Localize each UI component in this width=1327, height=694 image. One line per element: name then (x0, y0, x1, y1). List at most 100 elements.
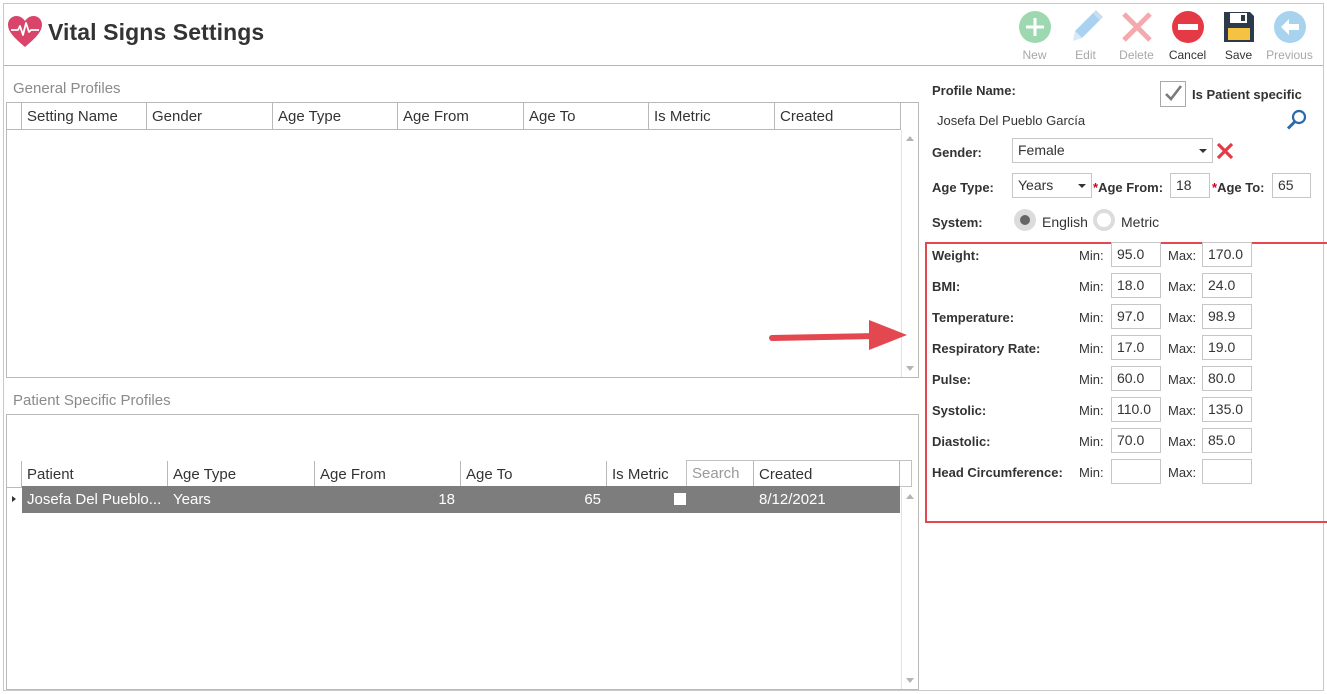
column-header-created[interactable]: Created (775, 103, 901, 130)
new-label: New (1022, 48, 1047, 62)
previous-button[interactable]: Previous (1264, 8, 1315, 64)
max-label: Max: (1168, 279, 1197, 294)
save-button[interactable]: Save (1213, 8, 1264, 64)
column-header-age-to[interactable]: Age To (461, 461, 607, 488)
column-header-age-from[interactable]: Age From (398, 103, 524, 130)
is-patient-specific-checkbox[interactable] (1160, 81, 1186, 107)
current-row-indicator-icon (12, 496, 16, 502)
weight-min-input[interactable]: 95.0 (1111, 242, 1161, 267)
temperature-max-input[interactable]: 98.9 (1202, 304, 1252, 329)
weight-max-input[interactable]: 170.0 (1202, 242, 1252, 267)
column-header-setting-name[interactable]: Setting Name (22, 103, 147, 130)
new-button[interactable]: New (1009, 8, 1060, 64)
save-label: Save (1224, 48, 1253, 62)
previous-label: Previous (1266, 48, 1313, 62)
floppy-disk-icon (1223, 12, 1254, 42)
vital-label: BMI: (932, 279, 961, 294)
cell-age-type: Years (173, 491, 211, 508)
column-header-created[interactable]: Created (754, 461, 900, 488)
bmi-min-input[interactable]: 18.0 (1111, 273, 1161, 298)
search-patient-icon[interactable] (1286, 109, 1308, 131)
cell-age-to: 65 (584, 491, 601, 508)
max-label: Max: (1168, 310, 1197, 325)
gender-selected-value: Female (1018, 142, 1065, 158)
diastolic-min-input[interactable]: 70.0 (1111, 428, 1161, 453)
gender-select[interactable]: Female (1012, 138, 1213, 163)
vital-label: Head Circumference: (932, 465, 1063, 480)
edit-label: Edit (1075, 48, 1096, 62)
checkmark-icon (1165, 85, 1183, 101)
profile-name-value: Josefa Del Pueblo García (937, 113, 1086, 128)
min-label: Min: (1079, 403, 1104, 418)
clear-gender-icon[interactable] (1215, 141, 1235, 161)
cell-age-from: 18 (438, 491, 455, 508)
age-type-selected-value: Years (1018, 177, 1054, 193)
column-header-age-to[interactable]: Age To (524, 103, 649, 130)
cell-is-metric (607, 486, 754, 513)
temperature-min-input[interactable]: 97.0 (1111, 304, 1161, 329)
row-gutter-header (7, 461, 22, 488)
pulse-min-input[interactable]: 60.0 (1111, 366, 1161, 391)
column-header-age-type[interactable]: Age Type (273, 103, 398, 130)
systolic-min-input[interactable]: 110.0 (1111, 397, 1161, 422)
min-label: Min: (1079, 372, 1104, 387)
bmi-max-input[interactable]: 24.0 (1202, 273, 1252, 298)
min-label: Min: (1079, 341, 1104, 356)
edit-button[interactable]: Edit (1060, 8, 1111, 64)
max-label: Max: (1168, 403, 1197, 418)
max-label: Max: (1168, 341, 1197, 356)
systolic-max-input[interactable]: 135.0 (1202, 397, 1252, 422)
max-label: Max: (1168, 465, 1197, 480)
patient-profiles-scrollbar[interactable] (901, 488, 918, 689)
column-header-age-from[interactable]: Age From (315, 461, 461, 488)
age-type-label: Age Type: (932, 180, 994, 195)
system-english-radio[interactable] (1014, 209, 1036, 231)
vital-label: Weight: (932, 248, 980, 263)
age-to-input[interactable]: 65 (1272, 173, 1311, 198)
is-metric-checkbox[interactable] (674, 493, 686, 505)
chevron-down-icon (1078, 184, 1086, 188)
minus-circle-icon (1171, 11, 1204, 43)
vital-label: Systolic: (932, 403, 987, 418)
cancel-button[interactable]: Cancel (1162, 8, 1213, 64)
delete-button[interactable]: Delete (1111, 8, 1162, 64)
age-to-label-text: Age To: (1217, 180, 1265, 195)
respiratory-rate-min-input[interactable]: 17.0 (1111, 335, 1161, 360)
scroll-down-icon[interactable] (906, 678, 914, 683)
page-title: Vital Signs Settings (48, 19, 265, 45)
column-header-is-metric[interactable]: Is Metric (607, 461, 754, 488)
vital-label: Pulse: (932, 372, 972, 387)
app-window: Vital Signs Settings New Edit Delete Can… (3, 3, 1327, 691)
vital-label: Diastolic: (932, 434, 991, 449)
max-label: Max: (1168, 248, 1197, 263)
vital-label: Temperature: (932, 310, 1015, 325)
age-from-input[interactable]: 18 (1170, 173, 1210, 198)
table-row[interactable]: Josefa Del Pueblo... Years 18 65 8/12/20… (22, 486, 900, 513)
header: Vital Signs Settings New Edit Delete Can… (4, 4, 1323, 66)
age-from-label: *Age From: (1093, 180, 1163, 195)
system-metric-label: Metric (1121, 214, 1160, 230)
column-header-gender[interactable]: Gender (147, 103, 273, 130)
profile-name-label: Profile Name: (932, 83, 1016, 98)
scroll-up-icon[interactable] (906, 136, 914, 141)
delete-label: Delete (1119, 48, 1154, 62)
age-from-label-text: Age From: (1098, 180, 1164, 195)
red-arrow-icon (769, 320, 907, 350)
column-header-age-type[interactable]: Age Type (168, 461, 315, 488)
min-label: Min: (1079, 248, 1104, 263)
head-circumference-max-input[interactable] (1202, 459, 1252, 484)
column-header-patient[interactable]: Patient (22, 461, 168, 488)
age-type-select[interactable]: Years (1012, 173, 1092, 198)
diastolic-max-input[interactable]: 85.0 (1202, 428, 1252, 453)
respiratory-rate-max-input[interactable]: 19.0 (1202, 335, 1252, 360)
patient-profiles-header: Patient Age Type Age From Age To Is Metr… (7, 461, 900, 488)
min-label: Min: (1079, 465, 1104, 480)
head-circumference-min-input[interactable] (1111, 459, 1161, 484)
gender-label: Gender: (932, 145, 982, 160)
scroll-down-icon[interactable] (906, 366, 914, 371)
pulse-max-input[interactable]: 80.0 (1202, 366, 1252, 391)
column-header-is-metric[interactable]: Is Metric (649, 103, 775, 130)
arrow-left-circle-icon (1273, 11, 1306, 43)
scroll-up-icon[interactable] (906, 494, 914, 499)
system-metric-radio[interactable] (1093, 209, 1115, 231)
